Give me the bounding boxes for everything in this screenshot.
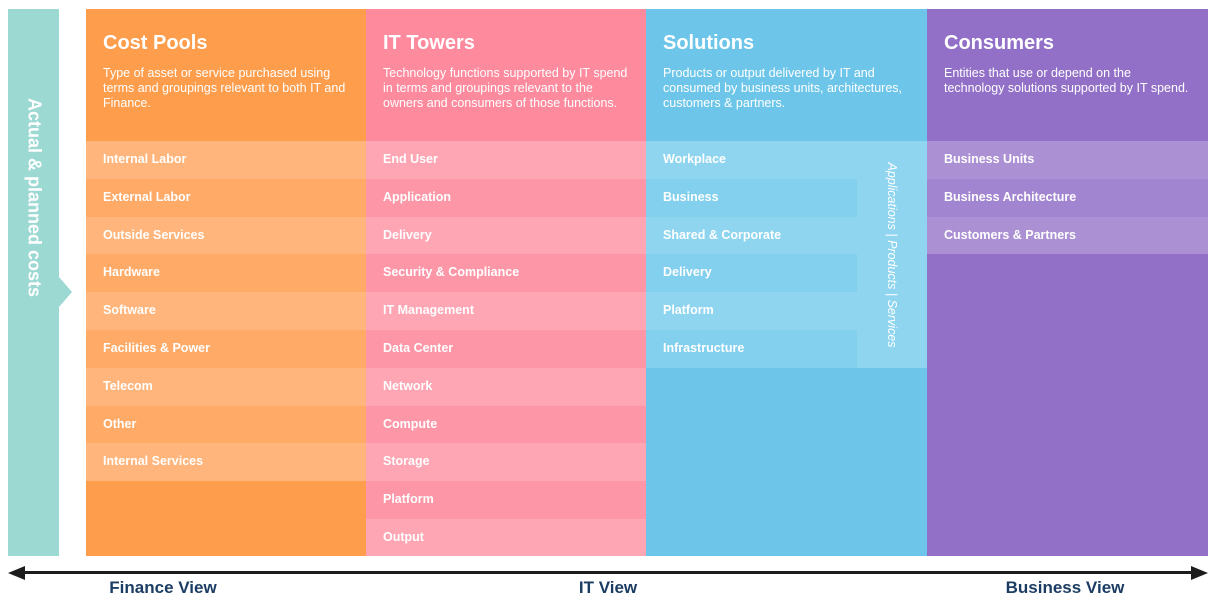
axis-line [22,571,1194,574]
list-item: Facilities & Power [86,329,366,368]
column-consumers: Consumers Entities that use or depend on… [927,9,1208,556]
list-item: Security & Compliance [366,254,646,293]
list-item: Workplace [663,152,726,166]
list-item: Infrastructure [646,329,857,368]
list-item: Internal Services [86,443,366,482]
column-title: Cost Pools [103,32,208,54]
list-item: Data Center [366,329,646,368]
list-item: External Labor [86,178,366,217]
list-item: Shared & Corporate [663,227,782,242]
list-item: Application [366,178,646,217]
column-cost-pools: Cost Pools Type of asset or service purc… [86,9,366,556]
list-item: Platform [663,303,714,318]
list-item: Software [86,292,366,330]
list-item: Network [366,367,646,406]
list-item: Delivery [366,216,646,255]
arrow-right-icon [1191,566,1208,580]
column-solutions: Solutions Products or output delivered b… [646,9,927,556]
finance-view-label: Finance View [109,578,217,597]
list-item: Output [366,518,646,556]
list-item: Business Units [927,141,1208,179]
column-description: Type of asset or service purchased using… [103,66,346,110]
list-item: Business Architecture [927,178,1208,217]
column-it-towers: IT Towers Technology functions supported… [366,9,646,556]
column-header: IT Towers Technology functions supported… [366,9,646,141]
list-item: Business [646,178,857,217]
column-title: Consumers [944,32,1055,54]
list-item: End User [366,141,646,179]
side-label-text: Actual & planned costs [24,97,44,298]
column-description: Products or output delivered by IT and c… [663,66,903,110]
solutions-vertical-label: Applications | Products | Services [857,141,927,368]
column-description: Entities that use or depend on the techn… [944,66,1189,95]
pointer-arrow-icon [59,277,72,307]
list-item: Compute [366,405,646,444]
column-header: Cost Pools Type of asset or service purc… [86,9,366,141]
list-item: Hardware [86,254,366,293]
list-item: Internal Labor [86,141,366,179]
column-description: Technology functions supported by IT spe… [383,66,628,110]
list-item: Other [86,405,366,444]
list-item: Customers & Partners [927,216,1208,255]
column-title: IT Towers [383,32,475,54]
business-view-label: Business View [1005,578,1125,597]
view-axis [8,566,1208,580]
list-item: Delivery [646,254,857,293]
list-item: Platform [366,481,646,519]
list-item: Outside Services [86,216,366,255]
solutions-vertical-label-text: Applications | Products | Services [885,161,899,348]
solutions-list: Workplace Business Shared & Corporate De… [646,141,927,368]
column-header: Solutions Products or output delivered b… [646,9,927,141]
list-item: Telecom [86,367,366,406]
list-item: Storage [366,443,646,482]
it-view-label: IT View [578,578,638,597]
column-title: Solutions [663,32,755,54]
list-item: IT Management [366,292,646,330]
actual-planned-costs-bar: Actual & planned costs [8,9,72,556]
column-header: Consumers Entities that use or depend on… [927,9,1208,141]
